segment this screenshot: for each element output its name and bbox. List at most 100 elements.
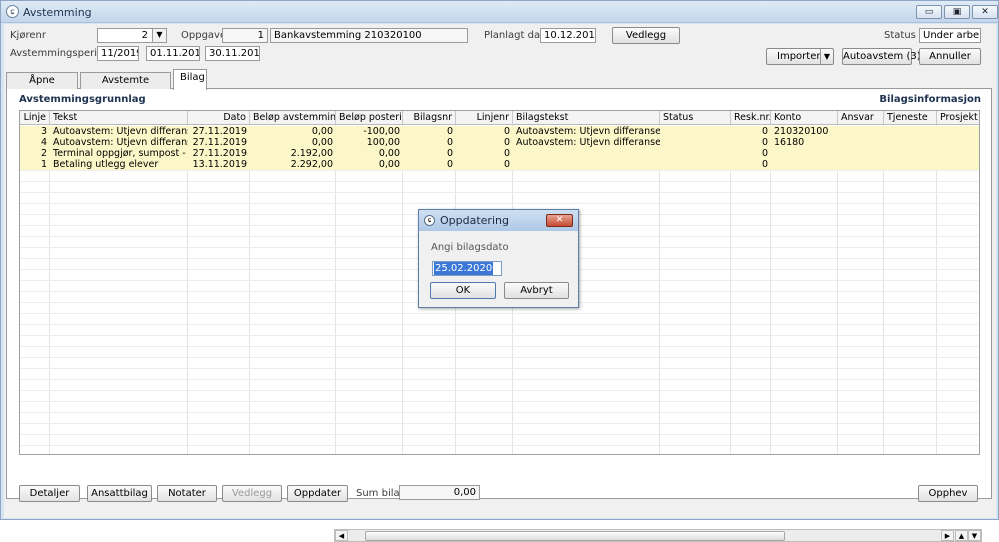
column-divider [883, 125, 884, 454]
horizontal-scrollbar[interactable]: ◀ ▶ ▲ ▼ [334, 529, 982, 542]
oppgave-number-field: 1 [222, 28, 268, 43]
scroll-up-fast-icon[interactable]: ▲ [955, 530, 968, 541]
planlagt-dato-field[interactable]: 10.12.2019 [540, 28, 596, 43]
close-window-button[interactable]: ✕ [972, 5, 998, 19]
tab-strip: Åpne poster Avstemte poster Bilag [6, 69, 992, 101]
detaljer-button[interactable]: Detaljer [19, 485, 80, 502]
dialog-close-button[interactable]: ✕ [546, 214, 573, 227]
tab-apne-poster[interactable]: Åpne poster [6, 72, 78, 101]
section-title-bilagsinformasjon: Bilagsinformasjon [879, 94, 981, 105]
column-header-belop-postering[interactable]: Beløp postering [336, 111, 403, 125]
vedlegg-button[interactable]: Vedlegg [222, 485, 282, 502]
table-row[interactable]: 3 Autoavstem: Utjevn differanse 27.11.2019… [20, 126, 979, 137]
row-divider [20, 335, 979, 336]
cell-linjenr: 0 [503, 126, 510, 137]
column-header-bilagstekst[interactable]: Bilagstekst [513, 111, 660, 125]
window-title: Avstemming [23, 6, 92, 19]
scroll-down-fast-icon[interactable]: ▼ [968, 530, 981, 541]
oppdatering-dialog: ɕ Oppdatering ✕ Angi bilagsdato 25.02.20… [418, 209, 579, 308]
cell-belop-avstemming: 0,00 [311, 137, 333, 148]
dialog-ok-button[interactable]: OK [430, 282, 496, 299]
column-header-konto[interactable]: Konto [771, 111, 838, 125]
column-header-prosjekt[interactable]: Prosjekt [937, 111, 979, 125]
column-divider [837, 125, 838, 454]
cell-resk-nr: 0 [761, 137, 768, 148]
vedlegg-header-button[interactable]: Vedlegg [612, 27, 680, 44]
cell-belop-avstemming: 0,00 [311, 126, 333, 137]
cell-bilagstekst: Autoavstem: Utjevn differanse [516, 137, 660, 148]
cell-konto: 210320100 [774, 126, 829, 137]
row-divider [20, 357, 979, 358]
annuller-button[interactable]: Annuller [919, 48, 981, 65]
app-logo-icon: ɕ [6, 5, 19, 18]
cell-tekst: Autoavstem: Utjevn differanse [53, 137, 188, 148]
cell-belop-postering: 100,00 [366, 137, 400, 148]
cell-bilagsnr: 0 [446, 148, 453, 159]
cell-resk-nr: 0 [761, 159, 768, 170]
oppdater-button[interactable]: Oppdater [287, 485, 348, 502]
row-divider [20, 203, 979, 204]
periode-from-field[interactable]: 01.11.2019 [146, 46, 200, 61]
column-divider [936, 125, 937, 454]
status-field[interactable]: Under arbeid [919, 28, 981, 43]
notater-button[interactable]: Notater [157, 485, 217, 502]
cell-bilagsnr: 0 [446, 159, 453, 170]
kjorenr-select[interactable]: 2 ▼ [97, 28, 167, 43]
column-header-bilagsnr[interactable]: Bilagsnr [403, 111, 456, 125]
column-header-dato[interactable]: Dato [188, 111, 250, 125]
row-divider [20, 313, 979, 314]
cell-tjeneste [884, 159, 937, 170]
scroll-thumb[interactable] [365, 531, 785, 541]
bilagsdato-input[interactable]: 25.02.2020 [432, 261, 502, 276]
chevron-down-icon[interactable]: ▼ [819, 49, 830, 64]
table-row[interactable]: 2 Terminal oppgjør, sumpost - K 27.11.2019… [20, 148, 979, 159]
opphev-button[interactable]: Opphev [918, 485, 978, 502]
row-divider [20, 423, 979, 424]
scroll-left-icon[interactable]: ◀ [335, 530, 348, 541]
section-title-avstemmingsgrunnlag: Avstemmingsgrunnlag [19, 94, 146, 105]
table-row[interactable]: 4 Autoavstem: Utjevn differanse 27.11.2019… [20, 137, 979, 148]
table-row[interactable]: 1 Betaling utlegg elever 13.11.2019 2.292,0… [20, 159, 979, 170]
dialog-prompt: Angi bilagsdato [431, 242, 509, 253]
ansattbilag-button[interactable]: Ansattbilag [87, 485, 152, 502]
column-header-belop-avstemming[interactable]: Beløp avstemming [250, 111, 336, 125]
kjorenr-label: Kjørenr [10, 30, 46, 41]
cell-tekst: Betaling utlegg elever [53, 159, 159, 170]
cell-status [660, 137, 731, 148]
cell-bilagsnr: 0 [446, 126, 453, 137]
cell-linjenr: 0 [503, 137, 510, 148]
oppgave-label: Oppgave [181, 30, 227, 41]
row-divider [20, 390, 979, 391]
minimize-button[interactable]: ▭ [916, 5, 942, 19]
dialog-cancel-button[interactable]: Avbryt [504, 282, 569, 299]
column-header-tjeneste[interactable]: Tjeneste [884, 111, 937, 125]
cell-tjeneste [884, 148, 937, 159]
sum-bilag-field: 0,00 [399, 485, 480, 500]
maximize-button[interactable]: ▣ [944, 5, 970, 19]
cell-prosjekt [937, 137, 979, 148]
dialog-title: Oppdatering [440, 214, 509, 227]
chevron-down-icon[interactable]: ▼ [152, 29, 166, 42]
tab-avstemte-poster[interactable]: Avstemte poster [80, 72, 171, 101]
scroll-right-icon[interactable]: ▶ [941, 530, 954, 541]
column-header-linjenr[interactable]: Linjenr [456, 111, 513, 125]
cell-belop-postering: -100,00 [363, 126, 400, 137]
periode-to-field[interactable]: 30.11.2019 [205, 46, 260, 61]
cell-dato: 13.11.2019 [192, 159, 247, 170]
row-divider [20, 324, 979, 325]
importer-label: Importer [777, 51, 821, 62]
cell-konto [771, 148, 838, 159]
row-divider [20, 412, 979, 413]
column-header-status[interactable]: Status [660, 111, 731, 125]
cell-tjeneste [884, 137, 937, 148]
column-header-linje[interactable]: Linje [20, 111, 50, 125]
autoavstem-button[interactable]: Autoavstem (3) [842, 48, 921, 65]
cell-dato: 27.11.2019 [192, 148, 247, 159]
column-header-ansvar[interactable]: Ansvar [838, 111, 884, 125]
periode-field[interactable]: 11/2019 [97, 46, 139, 61]
column-header-tekst[interactable]: Tekst [50, 111, 188, 125]
tab-bilag[interactable]: Bilag [173, 69, 207, 90]
dialog-title-bar: ɕ Oppdatering ✕ [419, 210, 578, 231]
importer-button[interactable]: Importer ▼ [766, 48, 834, 65]
column-header-resk-nr[interactable]: Resk.nr. [731, 111, 771, 125]
